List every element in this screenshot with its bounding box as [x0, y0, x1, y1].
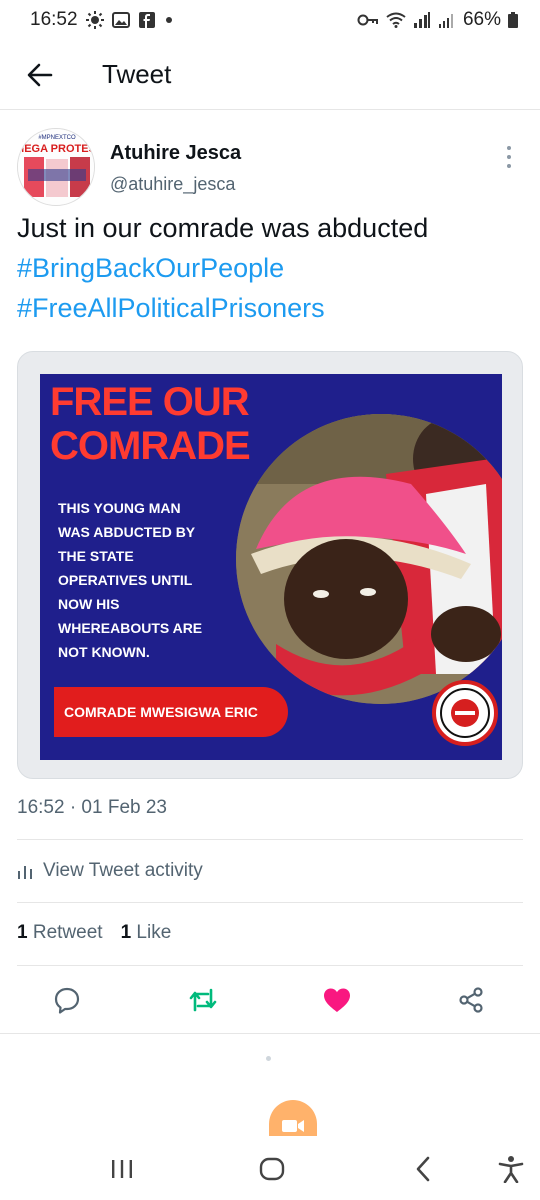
poster-title-line: COMRADE: [50, 424, 251, 468]
more-dot-icon: [507, 146, 511, 150]
author-handle[interactable]: @atuhire_jesca: [110, 174, 235, 195]
poster-body-line: OPERATIVES UNTIL: [58, 572, 193, 588]
tweet-body: Just in our comrade was abducted: [17, 213, 429, 243]
tweet-text: Just in our comrade was abducted #BringB…: [17, 208, 527, 328]
tweet-actions: [0, 975, 540, 1025]
accessibility-icon: [498, 1156, 524, 1183]
heart-icon: [324, 988, 350, 1012]
poster-photo: [236, 414, 502, 704]
poster-body-line: NOW HIS: [58, 596, 120, 612]
page-title: Tweet: [102, 59, 172, 89]
share-icon: [459, 987, 483, 1013]
like-button[interactable]: [320, 983, 354, 1017]
recent-apps-button[interactable]: [107, 1154, 137, 1184]
retweet-button[interactable]: [186, 983, 220, 1017]
poster-title: FREE OUR COMRADE: [50, 380, 251, 468]
more-options-button[interactable]: [500, 142, 518, 172]
system-nav-bar: [0, 1136, 540, 1200]
hashtag-link[interactable]: #FreeAllPoliticalPrisoners: [17, 288, 527, 328]
retweet-label: Retweet: [32, 922, 103, 943]
like-label: Like: [136, 922, 172, 943]
activity-label: View Tweet activity: [43, 860, 203, 881]
tweet-media[interactable]: FREE OUR COMRADE THIS YOUNG MAN WAS ABDU…: [17, 351, 523, 779]
wifi-icon: [386, 12, 406, 28]
tweet-stats: 1 Retweet 1 Like: [17, 922, 171, 944]
more-dot-icon: [507, 155, 511, 159]
accessibility-button[interactable]: [496, 1154, 526, 1184]
divider: [0, 1033, 540, 1034]
gallery-icon: [111, 12, 130, 28]
like-stat[interactable]: 1 Like: [121, 922, 172, 944]
avatar-tag: #MPNEXTCO: [38, 135, 76, 141]
home-button[interactable]: [257, 1154, 287, 1184]
home-icon: [259, 1157, 285, 1181]
author-name[interactable]: Atuhire Jesca: [110, 142, 241, 165]
status-time: 16:52: [30, 9, 78, 30]
battery-percent: 66%: [462, 9, 501, 30]
back-nav-button[interactable]: [408, 1154, 438, 1184]
notification-dot-icon: [165, 17, 172, 23]
like-count: 1: [120, 922, 132, 943]
poster-body-line: WHEREABOUTS ARE: [58, 620, 203, 636]
poster-image: FREE OUR COMRADE THIS YOUNG MAN WAS ABDU…: [40, 374, 502, 760]
poster-banner: COMRADE MWESIGWA ERIC: [54, 687, 288, 737]
back-button[interactable]: [0, 40, 80, 110]
view-activity-link[interactable]: View Tweet activity: [17, 856, 203, 886]
poster-body: THIS YOUNG MAN WAS ABDUCTED BY THE STATE…: [58, 496, 228, 664]
avatar-headline: MEGA PROTES.: [18, 143, 95, 155]
recent-apps-icon: [112, 1160, 132, 1178]
poster-body-line: WAS ABDUCTED BY: [58, 524, 196, 540]
poster-body-line: NOT KNOWN.: [58, 644, 150, 660]
facebook-icon: [138, 12, 155, 28]
scroll-indicator: [266, 1056, 271, 1061]
avatar-image: #MPNEXTCO MEGA PROTES.: [18, 129, 95, 205]
more-dot-icon: [507, 164, 511, 168]
party-seal-icon: [432, 680, 498, 746]
chevron-left-icon: [416, 1156, 430, 1182]
poster-title-line: FREE OUR: [50, 380, 250, 424]
app-header: Tweet: [0, 40, 540, 110]
spaces-fab[interactable]: [269, 1100, 317, 1136]
retweet-stat[interactable]: 1 Retweet: [17, 922, 103, 944]
arrow-left-icon: [27, 63, 53, 86]
retweet-icon: [189, 988, 217, 1012]
tweet-timestamp: 16:52 · 01 Feb 23: [17, 797, 167, 818]
poster-body-line: THIS YOUNG MAN: [58, 500, 181, 516]
bar-chart-icon: [18, 866, 32, 879]
video-camera-icon: [282, 1120, 304, 1132]
divider: [17, 902, 523, 903]
signal-icon-2: [438, 14, 453, 28]
battery-icon: [508, 12, 518, 28]
avatar[interactable]: #MPNEXTCO MEGA PROTES.: [17, 128, 95, 206]
divider: [17, 839, 523, 840]
reply-button[interactable]: [50, 983, 84, 1017]
signal-icon: [413, 12, 430, 28]
brightness-icon: [85, 11, 104, 29]
key-icon: [357, 14, 378, 26]
hashtag-link[interactable]: #BringBackOurPeople: [17, 248, 527, 288]
poster-body-line: THE STATE: [58, 548, 134, 564]
retweet-count: 1: [17, 922, 28, 943]
status-bar: 16:52 66%: [0, 0, 540, 40]
divider: [17, 965, 523, 966]
reply-icon: [54, 987, 80, 1014]
share-button[interactable]: [454, 983, 488, 1017]
tweet-author: #MPNEXTCO MEGA PROTES. Atuhire Jesca @at…: [0, 128, 540, 208]
